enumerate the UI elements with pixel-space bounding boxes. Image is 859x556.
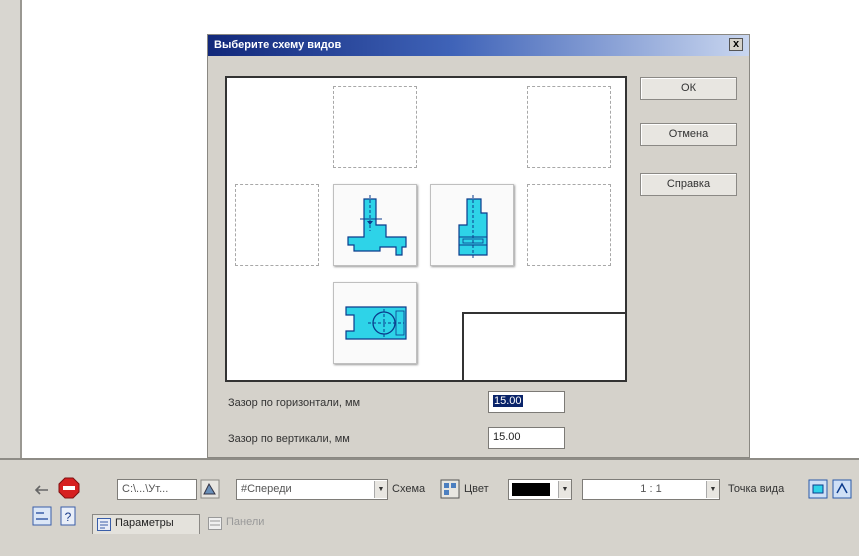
scheme-label: Схема	[392, 483, 426, 495]
view-scheme-panel	[225, 76, 627, 382]
chevron-down-icon[interactable]: ▼	[558, 481, 571, 498]
slot-top-view[interactable]	[333, 86, 417, 168]
chevron-down-icon[interactable]: ▼	[374, 481, 387, 498]
cancel-button[interactable]: Отмена	[640, 123, 737, 146]
tab-parameters[interactable]: Параметры	[92, 514, 200, 534]
left-panel-strip	[0, 0, 22, 458]
slot-bottom-view[interactable]	[333, 282, 417, 364]
gap-horizontal-label: Зазор по горизонтали, мм	[228, 397, 361, 409]
view-name-select[interactable]: #Спереди ▼	[236, 479, 388, 500]
stop-icon[interactable]	[58, 477, 80, 499]
dialog-title: Выберите схему видов	[214, 39, 342, 51]
scale-value: 1 : 1	[640, 483, 662, 495]
bottom-view-icon	[345, 306, 407, 340]
view-point-label: Точка вида	[728, 483, 785, 495]
ok-button[interactable]: ОК	[640, 77, 737, 100]
tab-panels[interactable]: Панели	[204, 514, 282, 534]
color-label: Цвет	[464, 483, 489, 495]
dialog-titlebar: Выберите схему видов x	[208, 35, 749, 56]
back-arrow-icon[interactable]	[32, 480, 52, 500]
slot-right-view[interactable]	[235, 184, 319, 266]
slot-front-view[interactable]	[333, 184, 417, 266]
gap-vertical-label: Зазор по вертикали, мм	[228, 433, 350, 445]
gap-vertical-input[interactable]: 15.00	[488, 427, 565, 449]
file-path-field[interactable]: C:\...\Ут...	[117, 479, 197, 500]
scheme-grid-icon[interactable]	[440, 479, 460, 499]
left-view-icon	[458, 195, 488, 259]
scale-select[interactable]: 1 : 1 ▼	[582, 479, 720, 500]
property-toolbar: ? C:\...\Ут... #Спереди ▼ Схема Цвет ▼ 1…	[0, 458, 859, 556]
close-button[interactable]: x	[729, 38, 743, 51]
color-swatch	[512, 483, 550, 496]
svg-text:?: ?	[65, 510, 72, 524]
auto-create-icon[interactable]	[32, 506, 52, 526]
gap-horizontal-input[interactable]: 15.00	[488, 391, 565, 413]
slot-top-right-view[interactable]	[527, 86, 611, 168]
title-block-corner	[462, 312, 627, 382]
view-point-icon[interactable]	[808, 479, 828, 499]
front-view-icon	[347, 195, 407, 256]
panels-icon	[208, 517, 222, 530]
help-icon[interactable]: ?	[58, 506, 78, 526]
slot-rear-view[interactable]	[527, 184, 611, 266]
tab-parameters-label: Параметры	[115, 517, 174, 529]
browse-file-icon[interactable]	[200, 479, 220, 499]
view-name-value: #Спереди	[241, 483, 292, 495]
help-button[interactable]: Справка	[640, 173, 737, 196]
parameters-icon	[97, 518, 111, 531]
color-select[interactable]: ▼	[508, 479, 572, 500]
slot-left-view[interactable]	[430, 184, 514, 266]
tab-panels-label: Панели	[226, 516, 265, 528]
chevron-down-icon[interactable]: ▼	[706, 481, 719, 498]
view-scheme-dialog: Выберите схему видов x ОК Отмена Справка…	[207, 34, 750, 458]
view-point-arrow-icon[interactable]	[832, 479, 852, 499]
